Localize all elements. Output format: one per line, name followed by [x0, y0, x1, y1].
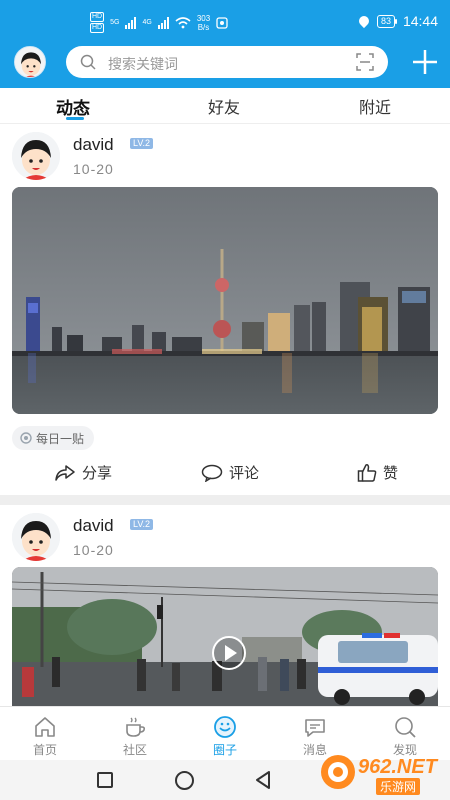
- circle-smile-icon: [214, 716, 236, 738]
- nav-label: 首页: [32, 743, 57, 757]
- thumbs-up-icon: [357, 463, 377, 482]
- comment-label: 评论: [229, 465, 260, 482]
- wifi-icon: [175, 16, 191, 28]
- search-bar[interactable]: 搜索关键词: [66, 46, 388, 78]
- like-label: 赞: [383, 465, 399, 482]
- level-badge: LV.2: [130, 519, 154, 530]
- post-avatar[interactable]: [12, 513, 60, 561]
- nav-community[interactable]: 社区: [90, 707, 180, 761]
- tab-friends[interactable]: 好友: [208, 94, 240, 118]
- topic-icon: [20, 432, 32, 444]
- network-label-1: 5G: [110, 19, 120, 26]
- post-avatar[interactable]: [12, 132, 60, 180]
- tab-nearby[interactable]: 附近: [359, 94, 391, 118]
- signal-icon: [125, 16, 137, 29]
- discover-search-icon: [395, 717, 416, 738]
- home-icon: [35, 717, 55, 737]
- topic-label: 每日一贴: [36, 431, 85, 446]
- post-card[interactable]: david LV.2 10-20: [0, 505, 450, 706]
- play-icon[interactable]: [211, 635, 247, 671]
- topic-tag[interactable]: 每日一贴: [12, 426, 95, 450]
- post-username[interactable]: david: [73, 135, 114, 155]
- comment-icon: [201, 464, 223, 482]
- watermark-logo: 962.NET 乐游网: [318, 752, 444, 795]
- home-button[interactable]: [175, 771, 194, 790]
- status-bar: HD HD 5G 4G 303 B/s 83 14:44: [0, 0, 450, 44]
- status-right: 83 14:44: [356, 13, 438, 29]
- share-button[interactable]: 分享: [54, 462, 112, 483]
- sim-tag-1: HD: [90, 12, 105, 22]
- city-skyline-photo: [12, 187, 438, 414]
- sim-tag-2: HD: [90, 23, 105, 33]
- tab-dynamics[interactable]: 动态: [56, 94, 90, 119]
- post-date: 10-20: [73, 542, 114, 558]
- level-badge: LV.2: [130, 138, 154, 149]
- search-icon: [80, 54, 96, 70]
- nav-circle[interactable]: 圈子: [180, 707, 270, 761]
- nav-label: 圈子: [212, 743, 237, 757]
- watermark-sub: 乐游网: [376, 778, 421, 795]
- post-video[interactable]: [12, 567, 438, 706]
- status-left: HD HD 5G 4G 303 B/s: [90, 12, 228, 33]
- nav-label: 社区: [122, 743, 147, 757]
- feed-tabs: 动态 好友 附近: [0, 88, 450, 124]
- add-post-button[interactable]: [410, 47, 440, 77]
- clock: 14:44: [402, 13, 438, 29]
- like-button[interactable]: 赞: [357, 462, 398, 483]
- post-date: 10-20: [73, 161, 114, 177]
- battery-icon: 83: [376, 14, 397, 28]
- notification-icon: [216, 16, 228, 29]
- active-tab-indicator: [66, 117, 84, 120]
- my-avatar[interactable]: [14, 46, 46, 78]
- watermark-brand: 962.NET: [358, 756, 437, 778]
- share-label: 分享: [82, 465, 113, 482]
- app-header: HD HD 5G 4G 303 B/s 83 14:44 搜索关键词: [0, 0, 450, 88]
- post-card[interactable]: david LV.2 10-20: [0, 124, 450, 496]
- network-label-2: 4G: [142, 19, 152, 26]
- post-photo[interactable]: [12, 187, 438, 414]
- net-speed: 303 B/s: [197, 14, 210, 32]
- post-divider: [0, 495, 450, 505]
- back-button[interactable]: [253, 770, 273, 790]
- watermark-icon: [321, 755, 355, 789]
- share-icon: [55, 464, 75, 481]
- net-speed-unit: B/s: [197, 22, 210, 32]
- location-icon: [356, 13, 372, 29]
- scan-icon[interactable]: [356, 53, 374, 71]
- chat-bubble-icon: [305, 719, 325, 737]
- comment-button[interactable]: 评论: [201, 462, 259, 483]
- recent-apps-button[interactable]: [97, 772, 113, 788]
- post-username[interactable]: david: [73, 516, 114, 536]
- search-input[interactable]: 搜索关键词: [108, 54, 178, 74]
- net-speed-value: 303: [196, 13, 211, 23]
- feed-list[interactable]: david LV.2 10-20 每日一贴 分享 评论 赞 david LV.2…: [0, 124, 450, 706]
- nav-home[interactable]: 首页: [0, 707, 90, 761]
- coffee-cup-icon: [126, 717, 146, 737]
- signal-icon-2: [157, 16, 169, 29]
